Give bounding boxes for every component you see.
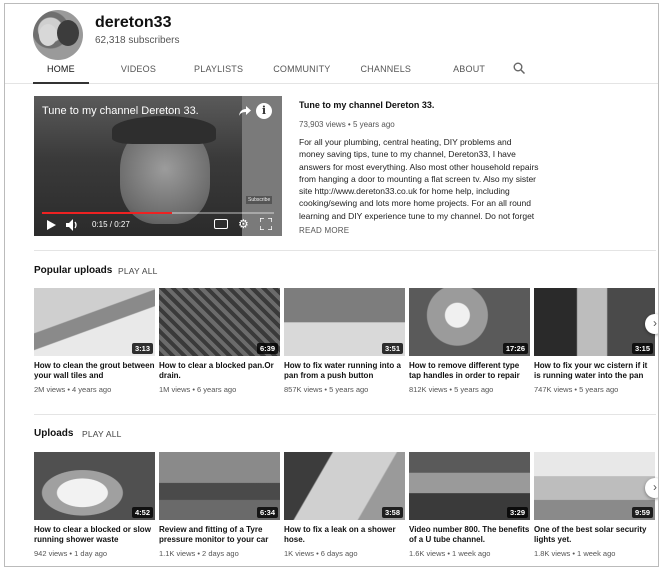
video-thumbnail[interactable]: 9:59	[534, 452, 655, 520]
video-title[interactable]: How to fix water running into a pan from…	[284, 361, 405, 381]
video-card[interactable]: 3:13 How to clean the grout between your…	[34, 288, 155, 394]
play-icon[interactable]	[46, 220, 56, 230]
read-more-link[interactable]: READ MORE	[299, 226, 349, 235]
video-duration: 9:59	[631, 507, 653, 518]
video-thumbnail[interactable]: 3:58	[284, 452, 405, 520]
chevron-right-icon: ›	[653, 316, 657, 330]
video-title[interactable]: How to clear a blocked or slow running s…	[34, 525, 155, 545]
video-duration: 3:15	[631, 343, 653, 354]
featured-video-player[interactable]: Tune to my channel Dereton 33. i Subscri…	[34, 96, 282, 236]
video-title[interactable]: How to remove different type tap handles…	[409, 361, 530, 381]
video-meta: 1.8K views • 1 week ago	[534, 549, 616, 558]
tab-channels[interactable]: CHANNELS	[346, 62, 425, 84]
video-title[interactable]: How to clear a blocked pan.Or drain.	[159, 361, 280, 381]
info-icon[interactable]: i	[256, 103, 272, 119]
video-meta: 747K views • 5 years ago	[534, 385, 619, 394]
share-icon[interactable]	[238, 104, 252, 118]
video-meta: 1K views • 6 days ago	[284, 549, 358, 558]
popular-play-all-button[interactable]: PLAY ALL	[118, 266, 158, 276]
video-card[interactable]: 4:52 How to clear a blocked or slow runn…	[34, 452, 155, 558]
player-progress-bar[interactable]	[42, 212, 274, 214]
volume-icon[interactable]	[66, 219, 80, 231]
channel-name[interactable]: dereton33	[95, 14, 171, 32]
chevron-right-icon: ›	[653, 480, 657, 494]
video-title[interactable]: One of the best solar security lights ye…	[534, 525, 655, 545]
uploads-row: 4:52 How to clear a blocked or slow runn…	[34, 452, 658, 566]
video-thumbnail[interactable]: 3:13	[34, 288, 155, 356]
uploads-next-button[interactable]: ›	[645, 478, 658, 498]
search-icon	[513, 62, 526, 74]
player-overlay-title[interactable]: Tune to my channel Dereton 33.	[42, 105, 199, 117]
video-duration: 3:13	[131, 343, 153, 354]
channel-search-button[interactable]	[505, 62, 535, 78]
video-frame-cap	[112, 116, 216, 144]
featured-video-description: For all your plumbing, central heating, …	[299, 137, 539, 221]
youtube-channel-page: dereton33 62,318 subscribers HOME VIDEOS…	[4, 3, 659, 567]
video-card[interactable]: 17:26 How to remove different type tap h…	[409, 288, 530, 394]
settings-gear-icon[interactable]: ⚙	[238, 217, 249, 231]
featured-video-title[interactable]: Tune to my channel Dereton 33.	[299, 100, 434, 110]
video-thumbnail[interactable]: 6:39	[159, 288, 280, 356]
player-time: 0:15 / 0:27	[92, 220, 130, 229]
featured-video-meta: 73,903 views • 5 years ago	[299, 120, 395, 129]
video-card[interactable]: 6:39 How to clear a blocked pan.Or drain…	[159, 288, 280, 394]
video-meta: 1.6K views • 1 week ago	[409, 549, 491, 558]
video-meta: 2M views • 4 years ago	[34, 385, 112, 394]
video-thumbnail[interactable]: 3:51	[284, 288, 405, 356]
tab-videos[interactable]: VIDEOS	[107, 62, 170, 84]
video-thumbnail[interactable]: 4:52	[34, 452, 155, 520]
video-meta: 1.1K views • 2 days ago	[159, 549, 239, 558]
channel-avatar[interactable]	[33, 10, 83, 60]
video-duration: 6:39	[256, 343, 278, 354]
popular-next-button[interactable]: ›	[645, 314, 658, 334]
fullscreen-icon[interactable]	[260, 218, 272, 230]
video-title[interactable]: Review and fitting of a Tyre pressure mo…	[159, 525, 280, 545]
video-card[interactable]: 9:59 One of the best solar security ligh…	[534, 452, 655, 558]
video-meta: 942 views • 1 day ago	[34, 549, 108, 558]
uploads-title[interactable]: Uploads	[34, 428, 73, 439]
video-thumbnail[interactable]: 6:34	[159, 452, 280, 520]
tab-home[interactable]: HOME	[33, 62, 89, 84]
video-duration: 6:34	[256, 507, 278, 518]
video-duration: 17:26	[502, 343, 528, 354]
section-divider	[34, 414, 656, 415]
video-thumbnail[interactable]: 17:26	[409, 288, 530, 356]
video-duration: 3:51	[381, 343, 403, 354]
video-card[interactable]: 3:29 Video number 800. The benefits of a…	[409, 452, 530, 558]
video-title[interactable]: Video number 800. The benefits of a U tu…	[409, 525, 530, 545]
popular-uploads-title[interactable]: Popular uploads	[34, 265, 112, 276]
video-title[interactable]: How to fix your wc cistern if it is runn…	[534, 361, 655, 381]
video-thumbnail[interactable]: 3:15	[534, 288, 655, 356]
video-meta: 857K views • 5 years ago	[284, 385, 369, 394]
tab-about[interactable]: ABOUT	[439, 62, 499, 84]
video-card[interactable]: 3:58 How to fix a leak on a shower hose.…	[284, 452, 405, 558]
subscribe-watermark[interactable]: Subscribe	[246, 196, 273, 204]
video-title[interactable]: How to fix a leak on a shower hose.	[284, 525, 405, 545]
popular-uploads-row: 3:13 How to clean the grout between your…	[34, 288, 658, 406]
video-meta: 1M views • 6 years ago	[159, 385, 237, 394]
tab-community[interactable]: COMMUNITY	[259, 62, 344, 84]
video-thumbnail[interactable]: 3:29	[409, 452, 530, 520]
video-card[interactable]: 6:34 Review and fitting of a Tyre pressu…	[159, 452, 280, 558]
player-progress-fill	[42, 212, 172, 214]
video-meta: 812K views • 5 years ago	[409, 385, 494, 394]
video-duration: 3:29	[506, 507, 528, 518]
video-card[interactable]: 3:15 How to fix your wc cistern if it is…	[534, 288, 655, 394]
uploads-play-all-button[interactable]: PLAY ALL	[82, 429, 122, 439]
section-divider	[34, 250, 656, 251]
tab-playlists[interactable]: PLAYLISTS	[180, 62, 257, 84]
subtitles-icon[interactable]	[214, 219, 228, 229]
video-duration: 4:52	[131, 507, 153, 518]
subscriber-count: 62,318 subscribers	[95, 35, 180, 46]
video-duration: 3:58	[381, 507, 403, 518]
video-title[interactable]: How to clean the grout between your wall…	[34, 361, 155, 381]
channel-tabs: HOME VIDEOS PLAYLISTS COMMUNITY CHANNELS…	[33, 62, 535, 84]
video-card[interactable]: 3:51 How to fix water running into a pan…	[284, 288, 405, 394]
channel-header: dereton33 62,318 subscribers HOME VIDEOS…	[5, 4, 658, 84]
